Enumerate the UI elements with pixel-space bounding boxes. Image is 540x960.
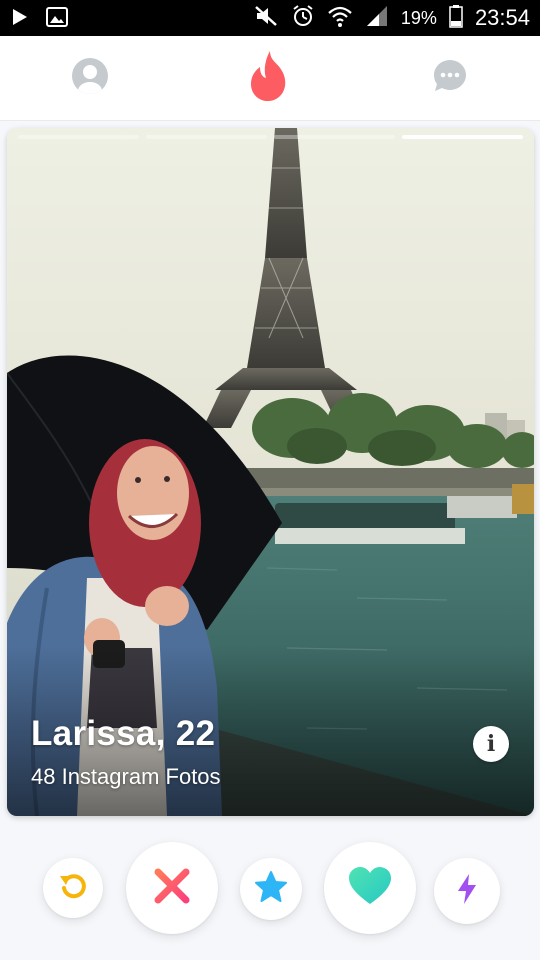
boost-button[interactable]: [434, 858, 500, 924]
heart-icon: [348, 866, 392, 911]
status-bar: 19% 23:54: [0, 0, 540, 36]
clock-time: 23:54: [474, 5, 530, 30]
info-icon: i: [486, 731, 496, 757]
lightning-icon: [455, 873, 479, 910]
wifi-icon: [327, 4, 353, 33]
app-header: [0, 36, 540, 121]
chat-icon: [432, 58, 468, 99]
x-icon: [152, 866, 192, 911]
mute-icon: [253, 4, 279, 33]
photo-progress-bar: [18, 135, 523, 139]
profile-icon: [71, 57, 109, 100]
rewind-button[interactable]: [43, 858, 103, 918]
rewind-icon: [57, 870, 89, 907]
home-logo-button[interactable]: [248, 50, 292, 106]
super-like-button[interactable]: [240, 858, 302, 920]
nope-button[interactable]: [126, 842, 218, 934]
photo-progress-segment[interactable]: [274, 135, 395, 139]
profile-name-age: Larissa, 22: [31, 714, 216, 753]
photo-progress-segment[interactable]: [18, 135, 139, 139]
flame-logo-icon: [248, 49, 292, 108]
photo-progress-segment[interactable]: [146, 135, 267, 139]
star-icon: [254, 870, 288, 909]
alarm-icon: [291, 4, 315, 33]
battery-icon: [449, 4, 463, 33]
signal-icon: [365, 4, 389, 33]
action-bar: [0, 830, 540, 960]
battery-percent: 19%: [400, 7, 437, 28]
profile-card[interactable]: Larissa, 22 48 Instagram Fotos i: [7, 128, 534, 816]
play-store-icon: [12, 8, 28, 31]
gallery-icon: [46, 7, 68, 32]
info-button[interactable]: i: [473, 726, 509, 762]
photo-progress-segment[interactable]: [402, 135, 523, 139]
profile-subtitle: 48 Instagram Fotos: [31, 764, 221, 789]
profile-button[interactable]: [70, 57, 110, 100]
like-button[interactable]: [324, 842, 416, 934]
messages-button[interactable]: [430, 58, 470, 98]
